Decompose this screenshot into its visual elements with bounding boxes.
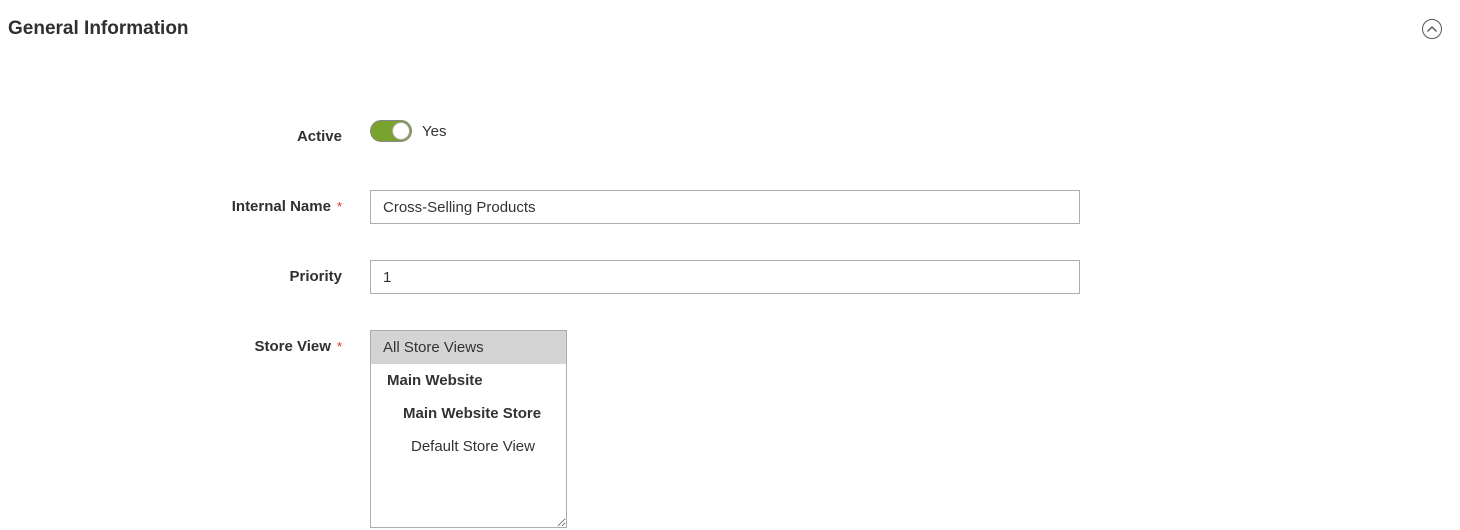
collapse-toggle-icon[interactable] <box>1422 19 1442 39</box>
store-view-option-store[interactable]: Main Website Store <box>371 397 566 430</box>
form-row-internal-name: Internal Name <box>0 190 1460 224</box>
section-header: General Information <box>0 0 1460 40</box>
form-row-store-view: Store View All Store Views Main Website … <box>0 330 1460 528</box>
section-title: General Information <box>8 18 189 40</box>
store-view-control: All Store Views Main Website Main Websit… <box>370 330 567 528</box>
active-toggle-wrapper: Yes <box>370 120 446 142</box>
active-value-label: Yes <box>422 123 446 140</box>
active-control: Yes <box>370 120 446 142</box>
toggle-knob <box>392 122 410 140</box>
store-view-option-all[interactable]: All Store Views <box>371 331 566 364</box>
chevron-up-icon <box>1427 24 1437 34</box>
active-label: Active <box>0 120 370 154</box>
priority-input[interactable] <box>370 260 1080 294</box>
active-toggle[interactable] <box>370 120 412 142</box>
internal-name-input[interactable] <box>370 190 1080 224</box>
store-view-multiselect[interactable]: All Store Views Main Website Main Websit… <box>370 330 567 528</box>
priority-label: Priority <box>0 260 370 294</box>
form-row-priority: Priority <box>0 260 1460 294</box>
internal-name-label: Internal Name <box>0 190 370 224</box>
store-view-option-default[interactable]: Default Store View <box>371 430 566 463</box>
store-view-option-website[interactable]: Main Website <box>371 364 566 397</box>
form-row-active: Active Yes <box>0 120 1460 154</box>
internal-name-control <box>370 190 1080 224</box>
form-container: Active Yes Internal Name Priority Store … <box>0 40 1460 528</box>
store-view-label: Store View <box>0 330 370 364</box>
priority-control <box>370 260 1080 294</box>
